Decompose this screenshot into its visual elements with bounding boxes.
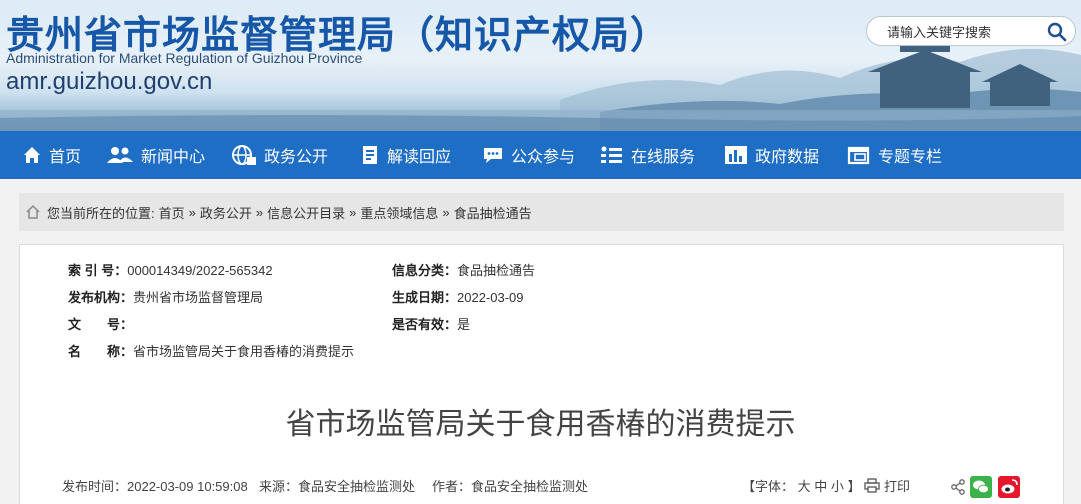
nav-item-participation[interactable]: 公众参与	[482, 131, 575, 179]
home-icon	[24, 147, 40, 163]
meta-index: 索 引 号：000014349/2022-565342	[68, 260, 273, 279]
meta-label: 文 号：	[68, 317, 134, 332]
font-medium-button[interactable]: 中	[814, 479, 827, 494]
bar-chart-icon	[725, 146, 747, 164]
font-size-suffix: 】	[847, 479, 861, 494]
font-small-button[interactable]: 小	[831, 479, 844, 494]
globe-icon	[232, 145, 256, 165]
publish-time: 发布时间：2022-03-09 10:59:08	[62, 479, 248, 494]
nav-label: 专题专栏	[878, 149, 943, 166]
nav-item-news[interactable]: 新闻中心	[106, 131, 205, 179]
people-icon	[107, 147, 133, 163]
meta-value: 是	[457, 317, 471, 332]
font-size-control: 【字体： 大 中 小 】	[742, 476, 861, 495]
meta-docno: 文 号：	[68, 314, 133, 333]
nav-label: 解读回应	[387, 149, 452, 166]
meta-value: 贵州省市场监督管理局	[133, 290, 264, 305]
breadcrumb: 您当前所在的位置: 首页 » 政务公开 » 信息公开目录 » 重点领域信息 » …	[19, 193, 1064, 231]
article-title: 省市场监管局关于食用香椿的消费提示	[285, 408, 796, 441]
nav-label: 政府数据	[755, 149, 820, 166]
nav-label: 首页	[49, 149, 82, 166]
meta-label: 名 称：	[68, 344, 134, 359]
site-banner: 贵州省市场监督管理局（知识产权局） Administration for Mar…	[0, 0, 1081, 131]
printer-icon	[864, 478, 880, 493]
breadcrumb-gov-affairs[interactable]: 政务公开	[200, 203, 252, 222]
nav-label: 公众参与	[511, 149, 576, 166]
nav-label: 政务公开	[264, 149, 329, 166]
breadcrumb-prefix: 您当前所在的位置:	[47, 205, 155, 221]
article-source: 来源：食品安全抽检监测处	[259, 479, 416, 494]
meta-label: 索 引 号：	[68, 263, 128, 278]
nav-item-home[interactable]: 首页	[22, 131, 81, 179]
nav-item-interpretation[interactable]: 解读回应	[360, 131, 451, 179]
home-icon	[26, 204, 40, 219]
article-author: 作者：食品安全抽检监测处	[432, 479, 589, 494]
meta-value: 2022-03-09	[457, 290, 524, 305]
meta-value: 000014349/2022-565342	[127, 263, 273, 278]
breadcrumb-current[interactable]: 食品抽检通告	[454, 203, 532, 222]
site-english-name: Administration for Market Regulation of …	[6, 50, 363, 66]
meta-name: 名 称：省市场监管局关于食用香椿的消费提示	[68, 341, 354, 360]
breadcrumb-separator: »	[442, 204, 450, 220]
article-panel	[19, 244, 1064, 504]
font-large-button[interactable]: 大	[798, 479, 811, 494]
share-icon[interactable]	[950, 479, 966, 495]
search-box[interactable]	[866, 16, 1076, 46]
meta-date: 生成日期：2022-03-09	[392, 287, 524, 306]
meta-label: 是否有效：	[392, 317, 458, 332]
meta-value: 食品抽检通告	[457, 263, 536, 278]
document-icon	[363, 146, 377, 164]
meta-valid: 是否有效：是	[392, 314, 470, 333]
wechat-icon[interactable]	[970, 476, 992, 498]
meta-label: 发布机构：	[68, 290, 134, 305]
breadcrumb-key-areas[interactable]: 重点领域信息	[360, 203, 438, 222]
print-button[interactable]: 打印	[864, 476, 910, 495]
nav-item-gov-affairs[interactable]: 政务公开	[231, 131, 328, 179]
nav-label: 新闻中心	[141, 149, 206, 166]
chat-icon	[484, 148, 502, 163]
window-icon	[847, 146, 870, 165]
main-nav: 首页 新闻中心 政务公开 解读回应 公众参与 在线服务 政府数据 专题专栏	[0, 131, 1081, 179]
weibo-icon[interactable]	[998, 476, 1020, 498]
print-label: 打印	[884, 479, 911, 494]
search-input[interactable]	[885, 22, 1049, 42]
meta-label: 生成日期：	[392, 290, 458, 305]
search-icon[interactable]	[1047, 22, 1067, 42]
breadcrumb-home[interactable]: 首页	[159, 203, 185, 222]
breadcrumb-separator: »	[188, 204, 196, 220]
meta-publisher: 发布机构：贵州省市场监督管理局	[68, 287, 263, 306]
meta-value: 省市场监管局关于食用香椿的消费提示	[133, 344, 355, 359]
nav-item-special-topics[interactable]: 专题专栏	[847, 131, 942, 179]
list-icon	[601, 146, 622, 163]
site-domain: amr.guizhou.gov.cn	[6, 68, 213, 95]
meta-label: 信息分类：	[392, 263, 458, 278]
nav-label: 在线服务	[631, 149, 696, 166]
breadcrumb-separator: »	[349, 204, 357, 220]
breadcrumb-catalog[interactable]: 信息公开目录	[267, 203, 345, 222]
meta-category: 信息分类：食品抽检通告	[392, 260, 535, 279]
font-size-prefix: 【字体：	[742, 479, 795, 494]
nav-item-gov-data[interactable]: 政府数据	[724, 131, 819, 179]
nav-item-online-service[interactable]: 在线服务	[600, 131, 695, 179]
breadcrumb-separator: »	[255, 204, 264, 220]
